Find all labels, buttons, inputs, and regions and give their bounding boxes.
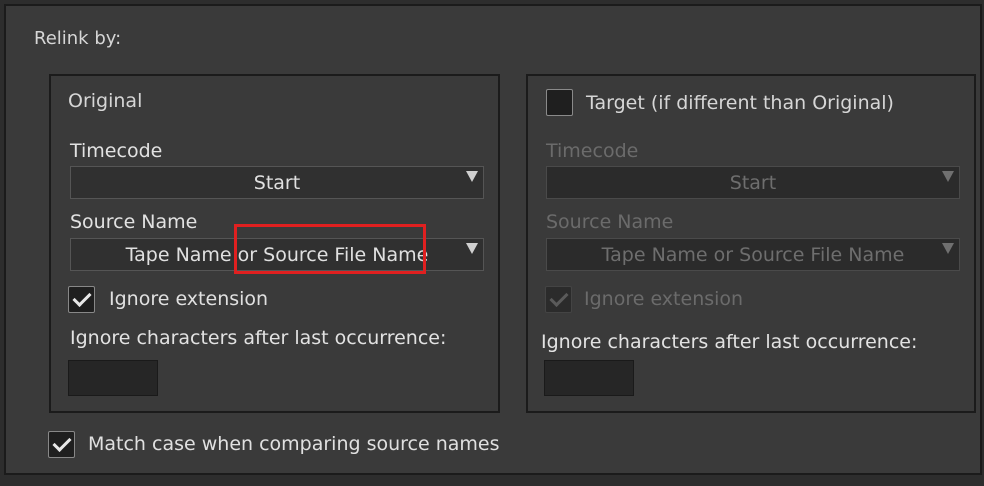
chevron-down-icon: [466, 171, 478, 182]
target-group: Target (if different than Original) Time…: [526, 74, 976, 413]
target-title: Target (if different than Original): [586, 92, 894, 114]
target-timecode-dropdown[interactable]: Start: [546, 166, 960, 199]
original-title: Original: [68, 90, 143, 112]
target-source-name-value: Tape Name or Source File Name: [601, 243, 905, 266]
original-timecode-label: Timecode: [70, 140, 163, 162]
original-source-name-label: Source Name: [70, 211, 198, 233]
target-enable-checkbox[interactable]: [546, 89, 573, 116]
original-ignore-extension-label: Ignore extension: [109, 288, 269, 310]
original-ignore-chars-input[interactable]: [68, 360, 158, 396]
target-timecode-label: Timecode: [546, 140, 639, 162]
target-ignore-extension-checkbox[interactable]: [545, 286, 572, 313]
chevron-down-icon: [942, 243, 954, 254]
target-source-name-label: Source Name: [546, 211, 674, 233]
relink-panel: Relink by: Original Timecode Start Sourc…: [4, 4, 982, 475]
original-source-name-value: Tape Name or Source File Name: [125, 243, 429, 266]
chevron-down-icon: [466, 243, 478, 254]
chevron-down-icon: [942, 171, 954, 182]
original-source-name-dropdown[interactable]: Tape Name or Source File Name: [70, 238, 484, 271]
relink-by-label: Relink by:: [34, 28, 122, 49]
target-ignore-chars-label: Ignore characters after last occurrence:: [541, 331, 918, 353]
original-group: Original Timecode Start Source Name Tape…: [49, 74, 500, 413]
target-source-name-dropdown[interactable]: Tape Name or Source File Name: [546, 238, 960, 271]
match-case-checkbox[interactable]: [48, 431, 75, 458]
target-timecode-value: Start: [729, 171, 777, 194]
original-timecode-value: Start: [253, 171, 301, 194]
target-ignore-extension-label: Ignore extension: [584, 288, 744, 310]
original-timecode-dropdown[interactable]: Start: [70, 166, 484, 199]
match-case-label: Match case when comparing source names: [88, 433, 500, 455]
original-ignore-chars-label: Ignore characters after last occurrence:: [70, 327, 447, 349]
original-ignore-extension-checkbox[interactable]: [68, 286, 95, 313]
target-ignore-chars-input[interactable]: [544, 360, 634, 396]
